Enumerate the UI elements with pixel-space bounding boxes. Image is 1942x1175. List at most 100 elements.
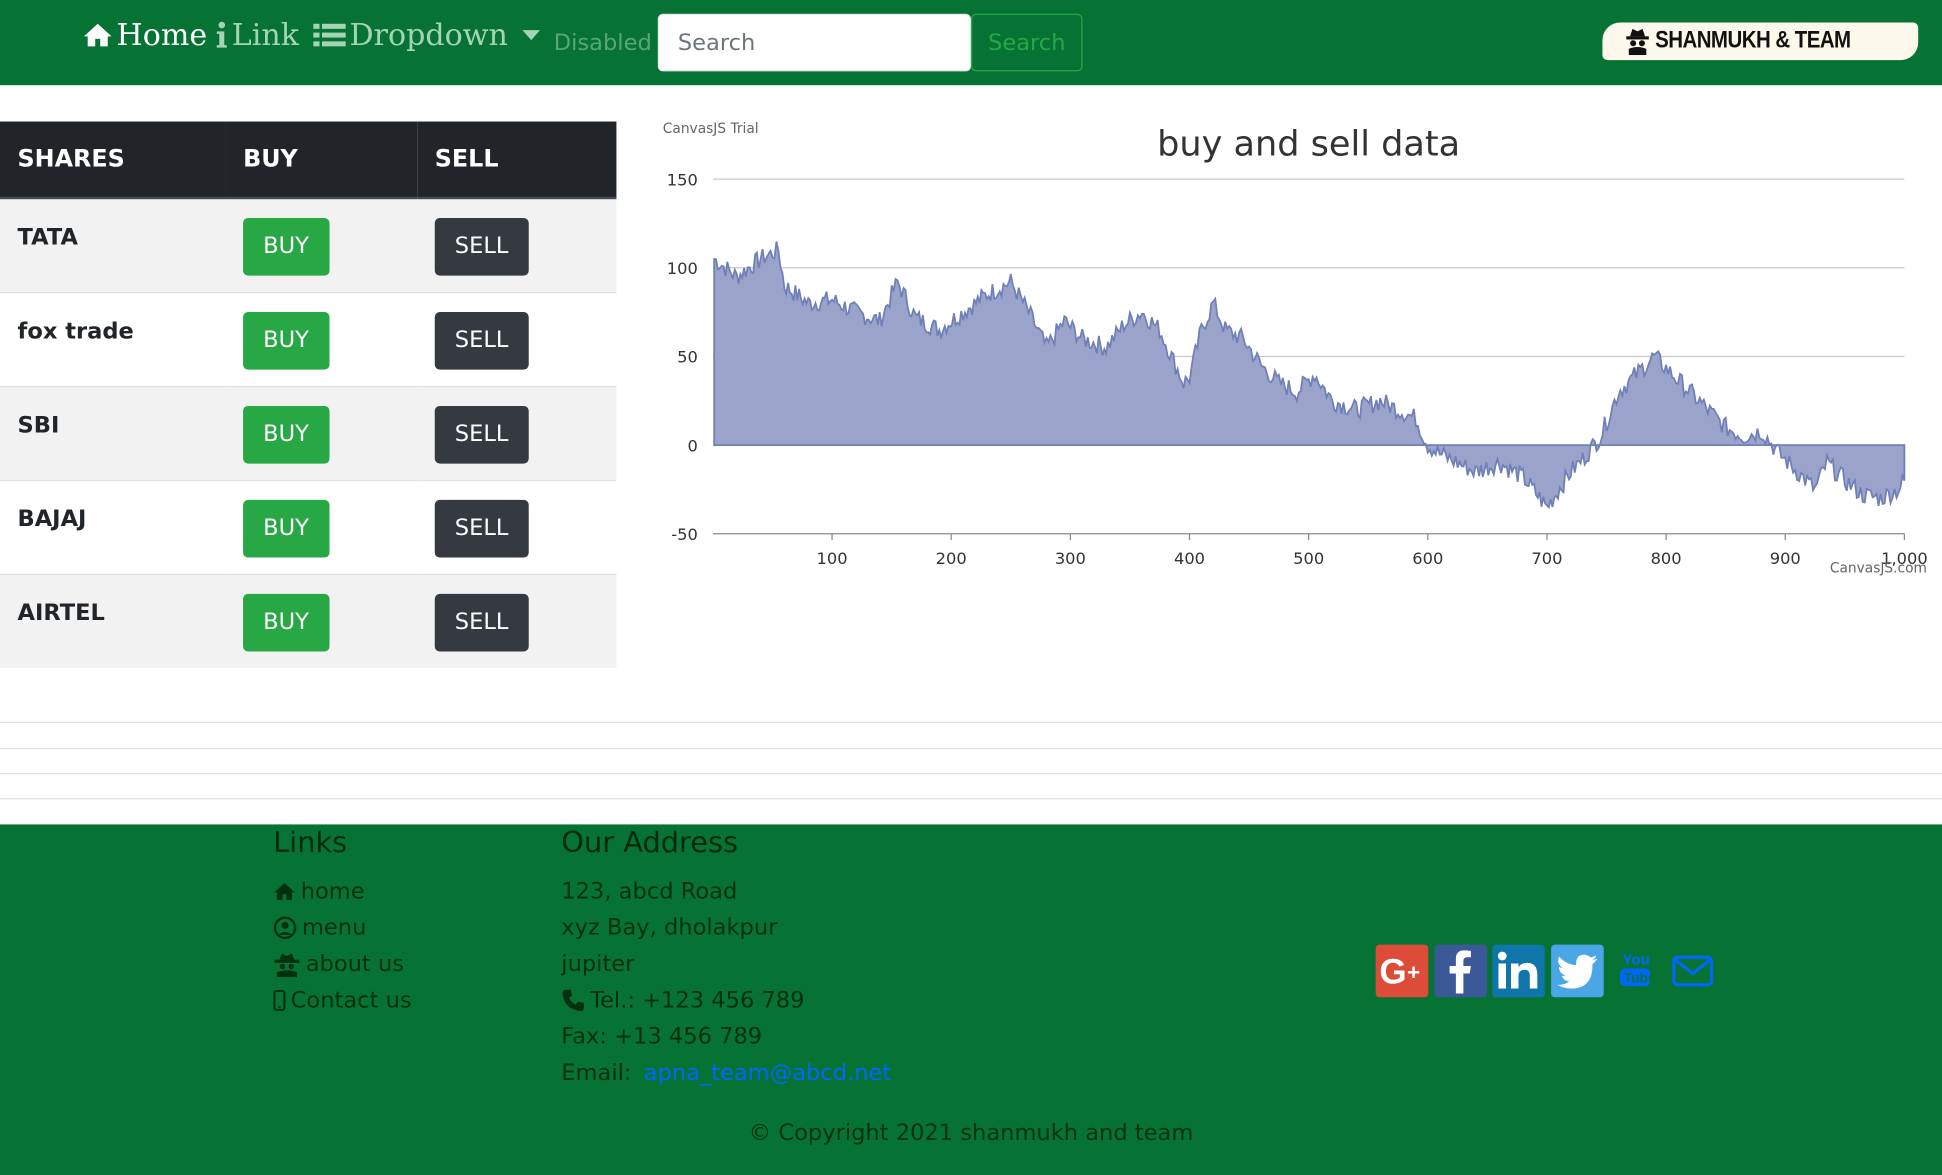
share-name: fox trade bbox=[17, 317, 134, 344]
home-icon bbox=[274, 882, 295, 900]
buy-button[interactable]: BUY bbox=[243, 405, 329, 463]
y-tick-label: 0 bbox=[688, 436, 698, 455]
tel-text: Tel.: +123 456 789 bbox=[590, 987, 805, 1014]
facebook-icon[interactable] bbox=[1434, 944, 1488, 998]
brand-text: SHANMUKH & TEAM bbox=[1655, 27, 1851, 54]
svg-text:Tube: Tube bbox=[1624, 970, 1656, 985]
nav-home-link[interactable]: Home bbox=[83, 18, 207, 53]
nav-dropdown-toggle[interactable]: Dropdown bbox=[313, 18, 541, 53]
twitter-icon[interactable] bbox=[1551, 944, 1604, 998]
address-email: Email: apna_team@abcd.net bbox=[561, 1060, 891, 1086]
links-heading: Links bbox=[273, 826, 348, 860]
search-button[interactable]: Search bbox=[970, 13, 1083, 72]
table-header-row: SHARES BUY SELL bbox=[0, 121, 617, 200]
footer-link-home[interactable]: home bbox=[273, 878, 365, 905]
chart-credit: CanvasJS.com bbox=[1830, 561, 1927, 577]
page: Home Link Dropdown Disabled Search SHANM… bbox=[0, 0, 1942, 1175]
buy-button[interactable]: BUY bbox=[243, 311, 329, 369]
separator-line bbox=[0, 747, 1942, 750]
chart-title: buy and sell data bbox=[1157, 123, 1460, 164]
address-tel: Tel.: +123 456 789 bbox=[561, 987, 805, 1014]
search-input[interactable] bbox=[657, 13, 971, 72]
table-row: TATA BUY SELL bbox=[0, 197, 617, 292]
x-tick-label: 700 bbox=[1531, 549, 1562, 568]
share-name: BAJAJ bbox=[17, 505, 87, 532]
nav-dropdown-label: Dropdown bbox=[349, 17, 508, 53]
info-icon bbox=[216, 21, 227, 48]
footer-link-label: about us bbox=[305, 950, 405, 978]
separator-line bbox=[0, 773, 1942, 775]
svg-text:You: You bbox=[1623, 952, 1650, 969]
separator-line bbox=[0, 721, 1942, 723]
navbar: Home Link Dropdown Disabled Search SHANM… bbox=[0, 0, 1942, 86]
share-name: TATA bbox=[17, 224, 78, 251]
sell-button[interactable]: SELL bbox=[434, 499, 529, 557]
sell-button[interactable]: SELL bbox=[434, 593, 529, 651]
table-row: AIRTEL BUY SELL bbox=[0, 573, 617, 668]
nav-home-label: Home bbox=[116, 17, 208, 53]
brand-logo[interactable]: SHANMUKH & TEAM bbox=[1602, 22, 1919, 61]
buy-button[interactable]: BUY bbox=[243, 218, 329, 276]
google-plus-icon[interactable]: G + bbox=[1375, 944, 1429, 998]
separator-line bbox=[0, 798, 1942, 800]
youtube-icon[interactable]: You Tube bbox=[1609, 945, 1662, 998]
spy-icon bbox=[1626, 28, 1649, 56]
share-name: SBI bbox=[17, 411, 60, 438]
x-tick-label: 600 bbox=[1412, 549, 1443, 568]
buy-button[interactable]: BUY bbox=[243, 499, 329, 557]
shares-table: SHARES BUY SELL TATA BUY SELL fox trade … bbox=[0, 121, 617, 668]
y-tick-label: 50 bbox=[677, 348, 698, 367]
copyright-text: © Copyright 2021 shanmukh and team bbox=[748, 1120, 1194, 1147]
footer-link-label: Contact us bbox=[290, 987, 412, 1014]
mail-icon[interactable] bbox=[1666, 945, 1719, 998]
x-tick-label: 400 bbox=[1174, 549, 1205, 568]
sell-button[interactable]: SELL bbox=[434, 405, 529, 463]
y-tick-label: -50 bbox=[671, 525, 698, 544]
user-circle-icon bbox=[273, 916, 297, 940]
sell-button[interactable]: SELL bbox=[434, 218, 529, 276]
footer-link-label: menu bbox=[301, 914, 367, 941]
nav-disabled-link: Disabled bbox=[553, 30, 652, 57]
address-line: jupiter bbox=[561, 950, 635, 978]
header-shares: SHARES bbox=[0, 121, 226, 200]
svg-text:G: G bbox=[1379, 953, 1406, 992]
y-tick-label: 100 bbox=[667, 259, 698, 278]
caret-down-icon bbox=[522, 30, 541, 41]
footer-link-contact[interactable]: Contact us bbox=[273, 987, 412, 1014]
sell-button[interactable]: SELL bbox=[434, 311, 529, 369]
address-fax: Fax: +13 456 789 bbox=[561, 1023, 763, 1050]
address-line: xyz Bay, dholakpur bbox=[561, 914, 778, 941]
x-tick-label: 900 bbox=[1770, 549, 1801, 568]
share-name: AIRTEL bbox=[17, 599, 105, 626]
table-row: fox trade BUY SELL bbox=[0, 291, 617, 386]
phone-icon bbox=[562, 989, 584, 1012]
x-tick-label: 300 bbox=[1055, 549, 1086, 568]
header-buy: BUY bbox=[225, 121, 418, 200]
buy-sell-chart: 150100500-50100 200 300 400 500 600 700 800 900 1… bbox=[663, 121, 1928, 577]
table-row: SBI BUY SELL bbox=[0, 385, 617, 480]
header-sell: SELL bbox=[417, 121, 617, 200]
address-line: 123, abcd Road bbox=[561, 878, 738, 905]
svg-text:+: + bbox=[1407, 960, 1420, 985]
x-tick-label: 800 bbox=[1651, 549, 1682, 568]
x-tick-label: 500 bbox=[1293, 549, 1324, 568]
y-tick-label: 150 bbox=[667, 170, 698, 189]
x-tick-label: 100 bbox=[817, 549, 848, 568]
nav-link-label: Link bbox=[231, 17, 299, 53]
table-row: BAJAJ BUY SELL bbox=[0, 479, 617, 574]
chart-watermark: CanvasJS Trial bbox=[663, 121, 759, 137]
email-link[interactable]: apna_team@abcd.net bbox=[644, 1060, 892, 1086]
email-label: Email: bbox=[561, 1059, 639, 1087]
linkedin-icon[interactable] bbox=[1492, 944, 1545, 998]
list-icon bbox=[313, 23, 346, 47]
home-icon bbox=[83, 23, 112, 47]
footer-link-menu[interactable]: menu bbox=[273, 915, 366, 941]
address-heading: Our Address bbox=[561, 826, 739, 860]
mobile-icon bbox=[273, 990, 286, 1011]
footer-link-about[interactable]: about us bbox=[273, 951, 404, 977]
area-series bbox=[713, 241, 1906, 510]
nav-link-link[interactable]: Link bbox=[215, 17, 299, 53]
footer-link-label: home bbox=[300, 878, 365, 905]
spy-icon bbox=[274, 952, 300, 977]
buy-button[interactable]: BUY bbox=[243, 593, 329, 651]
